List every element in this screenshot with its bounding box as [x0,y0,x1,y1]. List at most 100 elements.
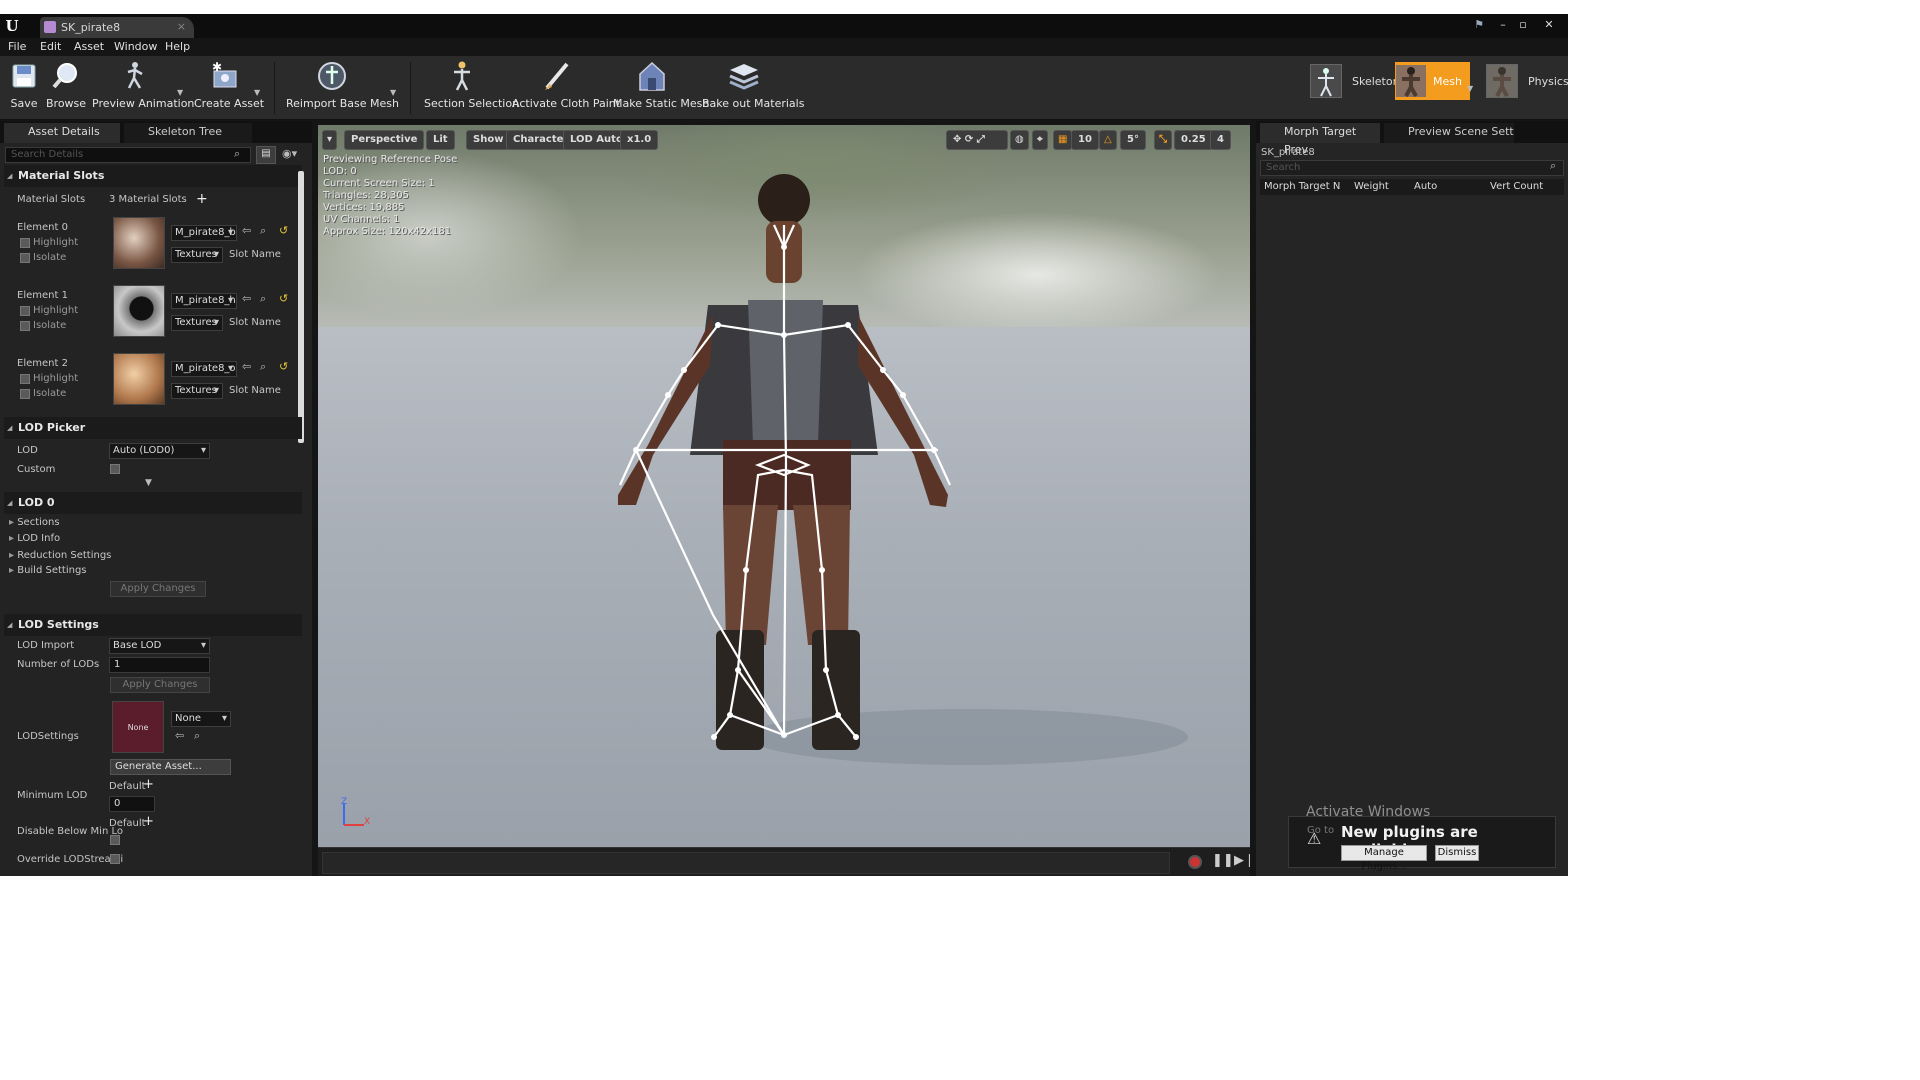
document-tab[interactable]: SK_pirate8 × [40,17,194,38]
rotation-snap-value[interactable]: 5° [1120,130,1146,150]
number-of-lods-input[interactable]: 1 [109,657,210,673]
make-static-mesh-button[interactable]: Make Static Mesh [613,58,709,116]
maximize-button[interactable]: ▫ [1514,17,1532,33]
isolate-checkbox[interactable] [20,321,30,331]
build-settings-item[interactable]: Build Settings [9,565,86,576]
browse-material-icon[interactable]: ⌕ [260,224,266,238]
reset-arrow-icon[interactable]: ↺ [279,224,288,237]
textures-combo[interactable]: Textures [171,383,223,399]
add-platform-override-icon[interactable]: + [143,777,154,792]
scale-snap-icon[interactable]: ⤡ [1154,130,1172,150]
material-combo[interactable]: M_pirate8_bo [171,225,237,241]
skeleton-mode-button[interactable]: Skeleton [1310,62,1400,100]
lod-picker-header[interactable]: LOD Picker [4,417,302,439]
browse-asset-icon[interactable]: ⌕ [194,729,200,743]
use-selected-arrow-icon[interactable]: ⇦ [242,360,251,373]
column-auto[interactable]: Auto [1414,179,1437,195]
grid-snap-value[interactable]: 10 [1071,130,1099,150]
textures-combo[interactable]: Textures [171,247,223,263]
close-tab-icon[interactable]: × [177,20,186,33]
minimize-button[interactable]: – [1494,17,1512,33]
material-thumbnail[interactable] [113,285,165,337]
apply-changes-button[interactable]: Apply Changes [110,581,206,597]
camera-speed-value[interactable]: 4 [1210,130,1231,150]
override-lod-streaming-checkbox[interactable] [110,854,120,864]
use-selected-arrow-icon[interactable]: ⇦ [242,292,251,305]
world-local-icon[interactable]: ◍ [1010,130,1029,150]
lod-import-select[interactable]: Base LOD [109,638,210,654]
menu-edit[interactable]: Edit [40,40,61,53]
lit-button[interactable]: Lit [426,130,455,150]
notification-flag-icon[interactable]: ⚑ [1470,17,1488,33]
column-weight[interactable]: Weight [1354,179,1389,195]
custom-checkbox[interactable] [110,464,120,474]
minimum-lod-input[interactable]: 0 [109,796,155,812]
material-combo[interactable]: M_pirate8_ha [171,293,237,309]
lod-info-item[interactable]: LOD Info [9,533,60,544]
tab-preview-scene-settings[interactable]: Preview Scene Sett [1384,123,1514,143]
expand-chevron-icon[interactable]: ▼ [145,478,152,488]
create-asset-dropdown-icon[interactable]: ▼ [254,88,260,97]
column-vert-count[interactable]: Vert Count [1490,179,1543,195]
menu-file[interactable]: File [8,40,26,53]
generate-asset-button[interactable]: Generate Asset... [110,759,231,775]
isolate-checkbox[interactable] [20,253,30,263]
details-search-input[interactable]: Search Details [5,147,251,163]
reimport-base-mesh-button[interactable]: Reimport Base Mesh [286,58,399,116]
add-slot-icon[interactable]: + [196,191,208,207]
use-selected-arrow-icon[interactable]: ⇦ [242,224,251,237]
lod0-header[interactable]: LOD 0 [4,492,302,514]
pause-icon[interactable]: ❚❚ [1212,853,1234,868]
transform-tools-group[interactable]: ✥ ⟳ ⤢ [946,130,1008,150]
bake-out-materials-button[interactable]: Bake out Materials [702,58,804,116]
manage-plugins-button[interactable]: Manage Plugins... [1341,845,1427,872]
details-scrollbar[interactable] [298,171,304,443]
menu-window[interactable]: Window [114,40,157,53]
viewport[interactable]: ▾ Perspective Lit Show Character LOD Aut… [318,125,1250,847]
morph-search-input[interactable]: Search [1260,160,1564,176]
textures-combo[interactable]: Textures [171,315,223,331]
view-options-icon[interactable]: ▤ [256,146,276,164]
rotation-snap-icon[interactable]: △ [1099,130,1117,150]
column-morph-target-name[interactable]: Morph Target N [1264,179,1340,195]
eye-visibility-icon[interactable]: ◉▾ [282,147,297,160]
reset-arrow-icon[interactable]: ↺ [279,292,288,305]
preview-animation-dropdown-icon[interactable]: ▼ [177,88,183,97]
grid-snap-icon[interactable]: ▦ [1053,130,1073,150]
dismiss-button[interactable]: Dismiss [1435,845,1479,861]
use-selected-arrow-icon[interactable]: ⇦ [175,729,184,742]
add-platform-override-icon[interactable]: + [143,814,154,829]
section-selection-button[interactable]: Section Selection [424,58,519,116]
tab-skeleton-tree[interactable]: Skeleton Tree [124,123,252,143]
highlight-checkbox[interactable] [20,306,30,316]
mesh-mode-dropdown-icon[interactable]: ▼ [1467,84,1473,93]
show-button[interactable]: Show [466,130,511,150]
apply-changes-button[interactable]: Apply Changes [110,677,210,693]
viewport-options-dropdown[interactable]: ▾ [322,130,338,150]
reimport-dropdown-icon[interactable]: ▼ [390,88,396,97]
perspective-button[interactable]: Perspective [344,130,425,150]
tab-morph-target-preview[interactable]: Morph Target Prev [1260,123,1380,156]
browse-material-icon[interactable]: ⌕ [260,360,266,374]
reduction-settings-item[interactable]: Reduction Settings [9,550,111,561]
menu-asset[interactable]: Asset [74,40,104,53]
material-combo[interactable]: M_pirate8_ou [171,361,237,377]
close-window-button[interactable]: ✕ [1540,17,1558,33]
material-thumbnail[interactable] [113,217,165,269]
timeline-scrub-area[interactable] [322,852,1170,874]
disable-below-min-lod-checkbox[interactable] [110,835,120,845]
activate-cloth-paint-button[interactable]: Activate Cloth Paint [512,58,620,116]
mesh-mode-button[interactable]: Mesh [1395,62,1470,100]
scale-snap-value[interactable]: 0.25 [1174,130,1213,150]
sections-item[interactable]: Sections [9,517,59,528]
create-asset-button[interactable]: ✱ Create Asset [194,58,264,116]
physics-mode-button[interactable]: Physics [1486,62,1568,100]
material-slots-header[interactable]: Material Slots [4,165,302,187]
playback-speed-button[interactable]: x1.0 [620,130,659,150]
tab-asset-details[interactable]: Asset Details [4,123,120,143]
lodsettings-asset-thumbnail[interactable]: None [112,701,164,753]
lodsettings-asset-combo[interactable]: None [171,711,231,727]
highlight-checkbox[interactable] [20,374,30,384]
reset-arrow-icon[interactable]: ↺ [279,360,288,373]
isolate-checkbox[interactable] [20,389,30,399]
